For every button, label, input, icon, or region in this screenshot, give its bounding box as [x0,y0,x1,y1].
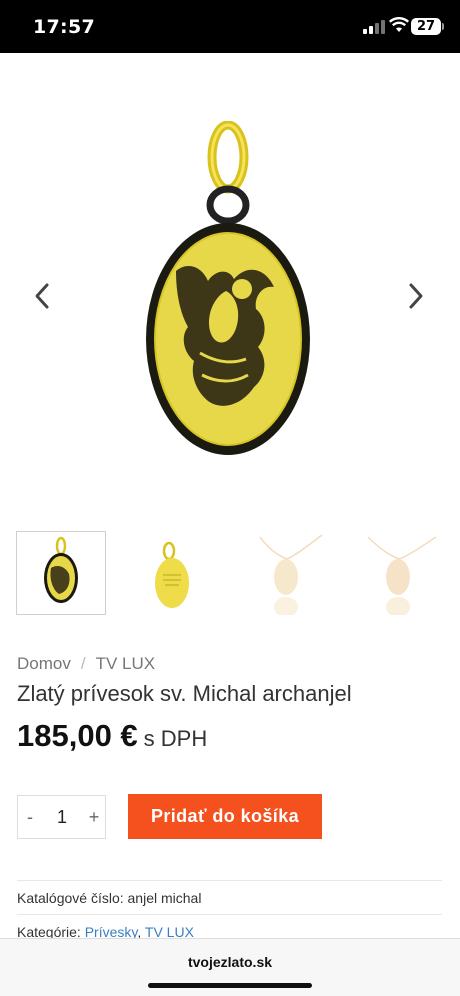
catalog-value: anjel michal [127,890,202,906]
chevron-right-icon[interactable] [404,281,428,311]
pendant-image [146,121,310,455]
status-time: 17:57 [33,16,95,38]
divider [17,914,442,915]
add-to-cart-button[interactable]: Pridať do košíka [128,794,322,839]
quantity-stepper: - 1 + [17,795,106,839]
thumbnail-strip [0,531,460,617]
price-amount: 185,00 € [17,718,138,753]
breadcrumb-home[interactable]: Domov [17,654,71,673]
thumbnail-front[interactable] [16,531,106,615]
product-price: 185,00 € s DPH [17,718,207,754]
divider [17,880,442,881]
status-bar: 17:57 27 [0,0,460,53]
pendant-back-thumb-icon [155,541,189,608]
thumbnail-chain-1[interactable] [242,531,332,617]
breadcrumb: Domov / TV LUX [17,654,155,674]
catalog-label: Katalógové číslo: [17,890,124,906]
pendant-chain-thumb-icon [367,536,437,617]
product-title: Zlatý prívesok sv. Michal archanjel [17,681,352,706]
quantity-minus-button[interactable]: - [18,796,42,838]
breadcrumb-category[interactable]: TV LUX [96,654,156,673]
breadcrumb-separator: / [80,654,86,673]
url-text[interactable]: tvojezlato.sk [0,954,460,970]
quantity-plus-button[interactable]: + [82,796,106,838]
price-suffix: s DPH [143,726,208,751]
thumbnail-back[interactable] [129,531,219,615]
battery-icon: 27 [411,18,441,35]
thumbnail-chain-2[interactable] [354,531,444,617]
pendant-front-thumb-icon [44,536,78,603]
home-indicator [148,983,312,988]
quantity-input[interactable]: 1 [42,796,82,838]
battery-tip [442,23,444,30]
chevron-left-icon[interactable] [30,281,54,311]
signal-icon [363,20,385,34]
product-gallery [0,53,460,523]
wifi-icon [389,17,409,32]
browser-url-bar[interactable]: tvojezlato.sk [0,938,460,996]
pendant-chain-thumb-icon [259,534,323,617]
catalog-number: Katalógové číslo: anjel michal [17,890,201,906]
